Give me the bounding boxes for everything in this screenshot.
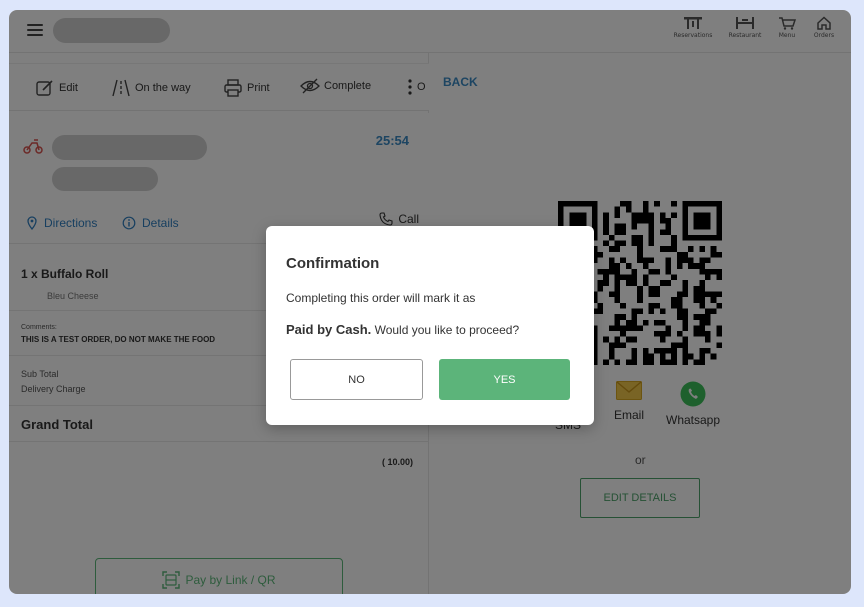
- app-frame: Reservations Restaurant Menu Orders Edit…: [9, 10, 851, 594]
- dialog-question: Paid by Cash. Would you like to proceed?: [286, 322, 519, 337]
- confirmation-dialog: Confirmation Completing this order will …: [266, 226, 594, 425]
- proceed-question-text: Would you like to proceed?: [371, 323, 520, 337]
- no-button[interactable]: NO: [290, 359, 423, 400]
- dialog-title: Confirmation: [286, 255, 380, 272]
- dialog-message: Completing this order will mark it as: [286, 291, 476, 305]
- payment-method-text: Paid by Cash.: [286, 322, 372, 337]
- yes-button[interactable]: YES: [439, 359, 570, 400]
